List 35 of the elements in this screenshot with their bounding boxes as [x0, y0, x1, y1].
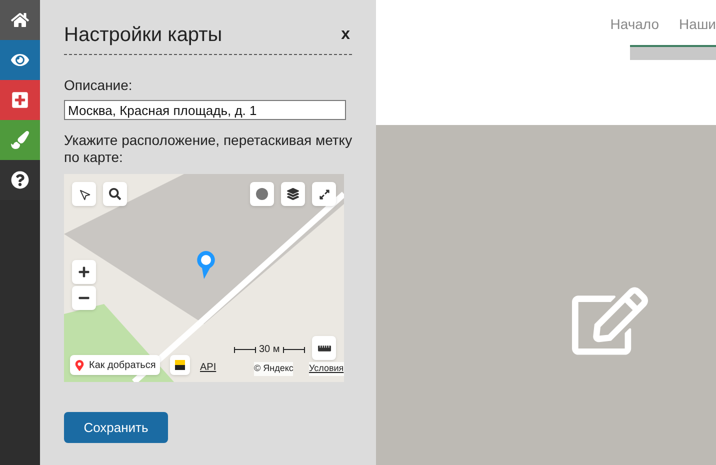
plus-icon — [78, 266, 90, 278]
search-icon — [109, 188, 121, 200]
nav-link[interactable]: Начало — [610, 14, 660, 45]
sidebar-button[interactable] — [0, 40, 40, 80]
traffic-button[interactable] — [250, 182, 274, 206]
copyright-text: © Яндекс — [254, 362, 294, 376]
expand-icon — [318, 188, 330, 200]
yandex-logo-icon — [170, 355, 190, 375]
fullscreen-button[interactable] — [312, 182, 336, 206]
close-button[interactable]: x — [341, 23, 350, 47]
marker-icon — [74, 360, 85, 370]
home-icon — [11, 11, 29, 29]
location-button[interactable] — [72, 182, 96, 206]
help-icon — [11, 171, 29, 189]
zoom-in-button[interactable] — [72, 260, 96, 284]
hint-text: Укажите расположение, перетаскивая метку по карте: — [64, 132, 354, 166]
save-button[interactable]: Сохранить — [64, 412, 168, 443]
zoom-out-button[interactable] — [72, 286, 96, 310]
route-button[interactable]: Как добраться — [70, 355, 160, 375]
brush-icon — [11, 131, 29, 149]
ruler-button[interactable] — [312, 336, 336, 360]
layers-icon — [287, 188, 299, 200]
search-button[interactable] — [103, 182, 127, 206]
sidebar-button[interactable] — [0, 160, 40, 200]
map-pin-icon — [196, 250, 216, 280]
api-link[interactable]: API — [200, 360, 216, 375]
eye-icon — [11, 51, 29, 69]
scale-text: 30 м — [259, 343, 280, 357]
terms-link[interactable]: Условия — [309, 362, 344, 376]
nav-link[interactable]: Наши — [679, 14, 716, 45]
sidebar-button[interactable] — [0, 0, 40, 40]
field-label: Описание: — [64, 76, 134, 95]
dialog-title: Настройки карты — [64, 23, 222, 48]
description-field[interactable]: Москва, Красная площадь, д. 1 — [64, 100, 346, 120]
layers-button[interactable] — [281, 182, 305, 206]
